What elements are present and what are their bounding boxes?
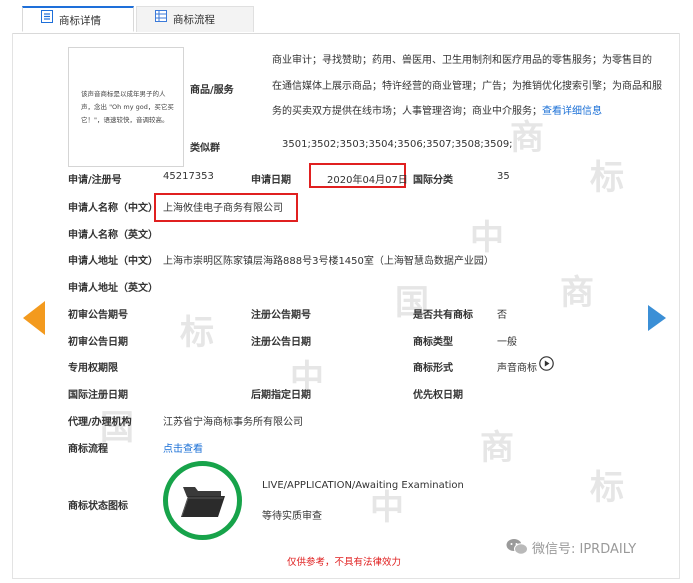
play-icon [539, 356, 554, 371]
applicant-en-label: 申请人名称（英文） [68, 230, 158, 241]
prelim-date-label: 初审公告日期 [68, 337, 128, 348]
view-details-link[interactable]: 查看详细信息 [542, 106, 602, 117]
chevron-right-icon [648, 305, 666, 331]
app-date-value: 2020年04月07日 [327, 175, 408, 186]
tab-trademark-detail[interactable]: 商标详情 [22, 6, 134, 32]
document-list-icon [41, 7, 53, 33]
status-icon-label: 商标状态图标 [68, 501, 128, 512]
goods-line-text: 务的买卖双方提供在线市场；人事管理咨询；商业中介服务； [272, 106, 542, 117]
preview-line: 声，念出 "Oh my god，买它买 [81, 103, 174, 111]
status-cn-text: 等待实质审查 [262, 511, 322, 522]
similar-group-value: 3501;3502;3503;3504;3506;3507;3508;3509; [282, 139, 513, 150]
mark-form-label: 商标形式 [413, 363, 453, 374]
disclaimer-text: 仅供参考，不具有法律效力 [287, 557, 402, 568]
chevron-left-icon [23, 301, 45, 335]
intl-class-label: 国际分类 [413, 175, 453, 186]
intl-class-value: 35 [497, 171, 510, 182]
goods-line: 商业审计；寻找赞助；药用、兽医用、卫生用制剂和医疗用品的零售服务；为零售目的 [272, 55, 652, 66]
mark-type-value: 一般 [497, 337, 517, 348]
exclusive-label: 专用权期限 [68, 363, 118, 374]
app-date-label: 申请日期 [251, 175, 291, 186]
agent-label: 代理/办理机构 [68, 417, 132, 428]
similar-group-label: 类似群 [190, 143, 220, 154]
mark-form-value: 声音商标 [497, 363, 537, 374]
flow-label: 商标流程 [68, 444, 108, 455]
priority-date-label: 优先权日期 [413, 390, 463, 401]
goods-line: 在通信媒体上展示商品；特许经营的商业管理；广告；为推销优化搜索引擎；为商品和服 [272, 81, 662, 92]
play-sound-button[interactable] [539, 356, 554, 374]
tab-trademark-flow[interactable]: 商标流程 [136, 6, 254, 32]
prev-arrow-button[interactable] [23, 301, 47, 338]
reg-issue-label: 注册公告期号 [251, 310, 311, 321]
agent-value: 江苏省宁海商标事务所有限公司 [163, 417, 303, 428]
flow-view-link[interactable]: 点击查看 [163, 440, 203, 455]
reg-no-value: 45217353 [163, 171, 214, 182]
tab-label: 商标详情 [59, 15, 101, 27]
next-arrow-button[interactable] [646, 301, 670, 338]
address-cn-label: 申请人地址（中文） [68, 256, 158, 267]
reg-no-label: 申请/注册号 [68, 175, 122, 186]
status-circle [163, 461, 242, 540]
prelim-issue-label: 初审公告期号 [68, 310, 128, 321]
goods-line: 务的买卖双方提供在线市场；人事管理咨询；商业中介服务；查看详细信息 [272, 105, 642, 119]
mark-type-label: 商标类型 [413, 337, 453, 348]
shared-label: 是否共有商标 [413, 310, 473, 321]
address-cn-value: 上海市崇明区陈家镇层海路888号3号楼1450室（上海智慧岛数据产业园） [163, 256, 494, 267]
status-en-text: LIVE/APPLICATION/Awaiting Examination [262, 480, 464, 491]
applicant-cn-value: 上海攸佳电子商务有限公司 [163, 203, 283, 214]
preview-text: 该声音商标是以成年男子的人 声，念出 "Oh my god，买它买 它！"，语速… [81, 88, 177, 127]
trademark-preview-image: 该声音商标是以成年男子的人 声，念出 "Oh my god，买它买 它！"，语速… [68, 47, 184, 167]
open-folder-icon [181, 487, 225, 517]
table-grid-icon [155, 6, 167, 32]
goods-label: 商品/服务 [190, 85, 234, 96]
address-en-label: 申请人地址（英文） [68, 283, 158, 294]
applicant-cn-label: 申请人名称（中文） [68, 203, 158, 214]
wechat-watermark: 微信号: IPRDAILY [506, 536, 686, 558]
wechat-id-text: 微信号: IPRDAILY [532, 542, 637, 557]
shared-value: 否 [497, 310, 507, 321]
wechat-icon [506, 539, 528, 555]
tab-label: 商标流程 [173, 14, 215, 26]
preview-line: 它！"，语速较快，音调较高。 [81, 116, 169, 124]
intl-reg-date-label: 国际注册日期 [68, 390, 128, 401]
later-date-label: 后期指定日期 [251, 390, 311, 401]
preview-line: 该声音商标是以成年男子的人 [81, 90, 166, 98]
reg-date-label: 注册公告日期 [251, 337, 311, 348]
